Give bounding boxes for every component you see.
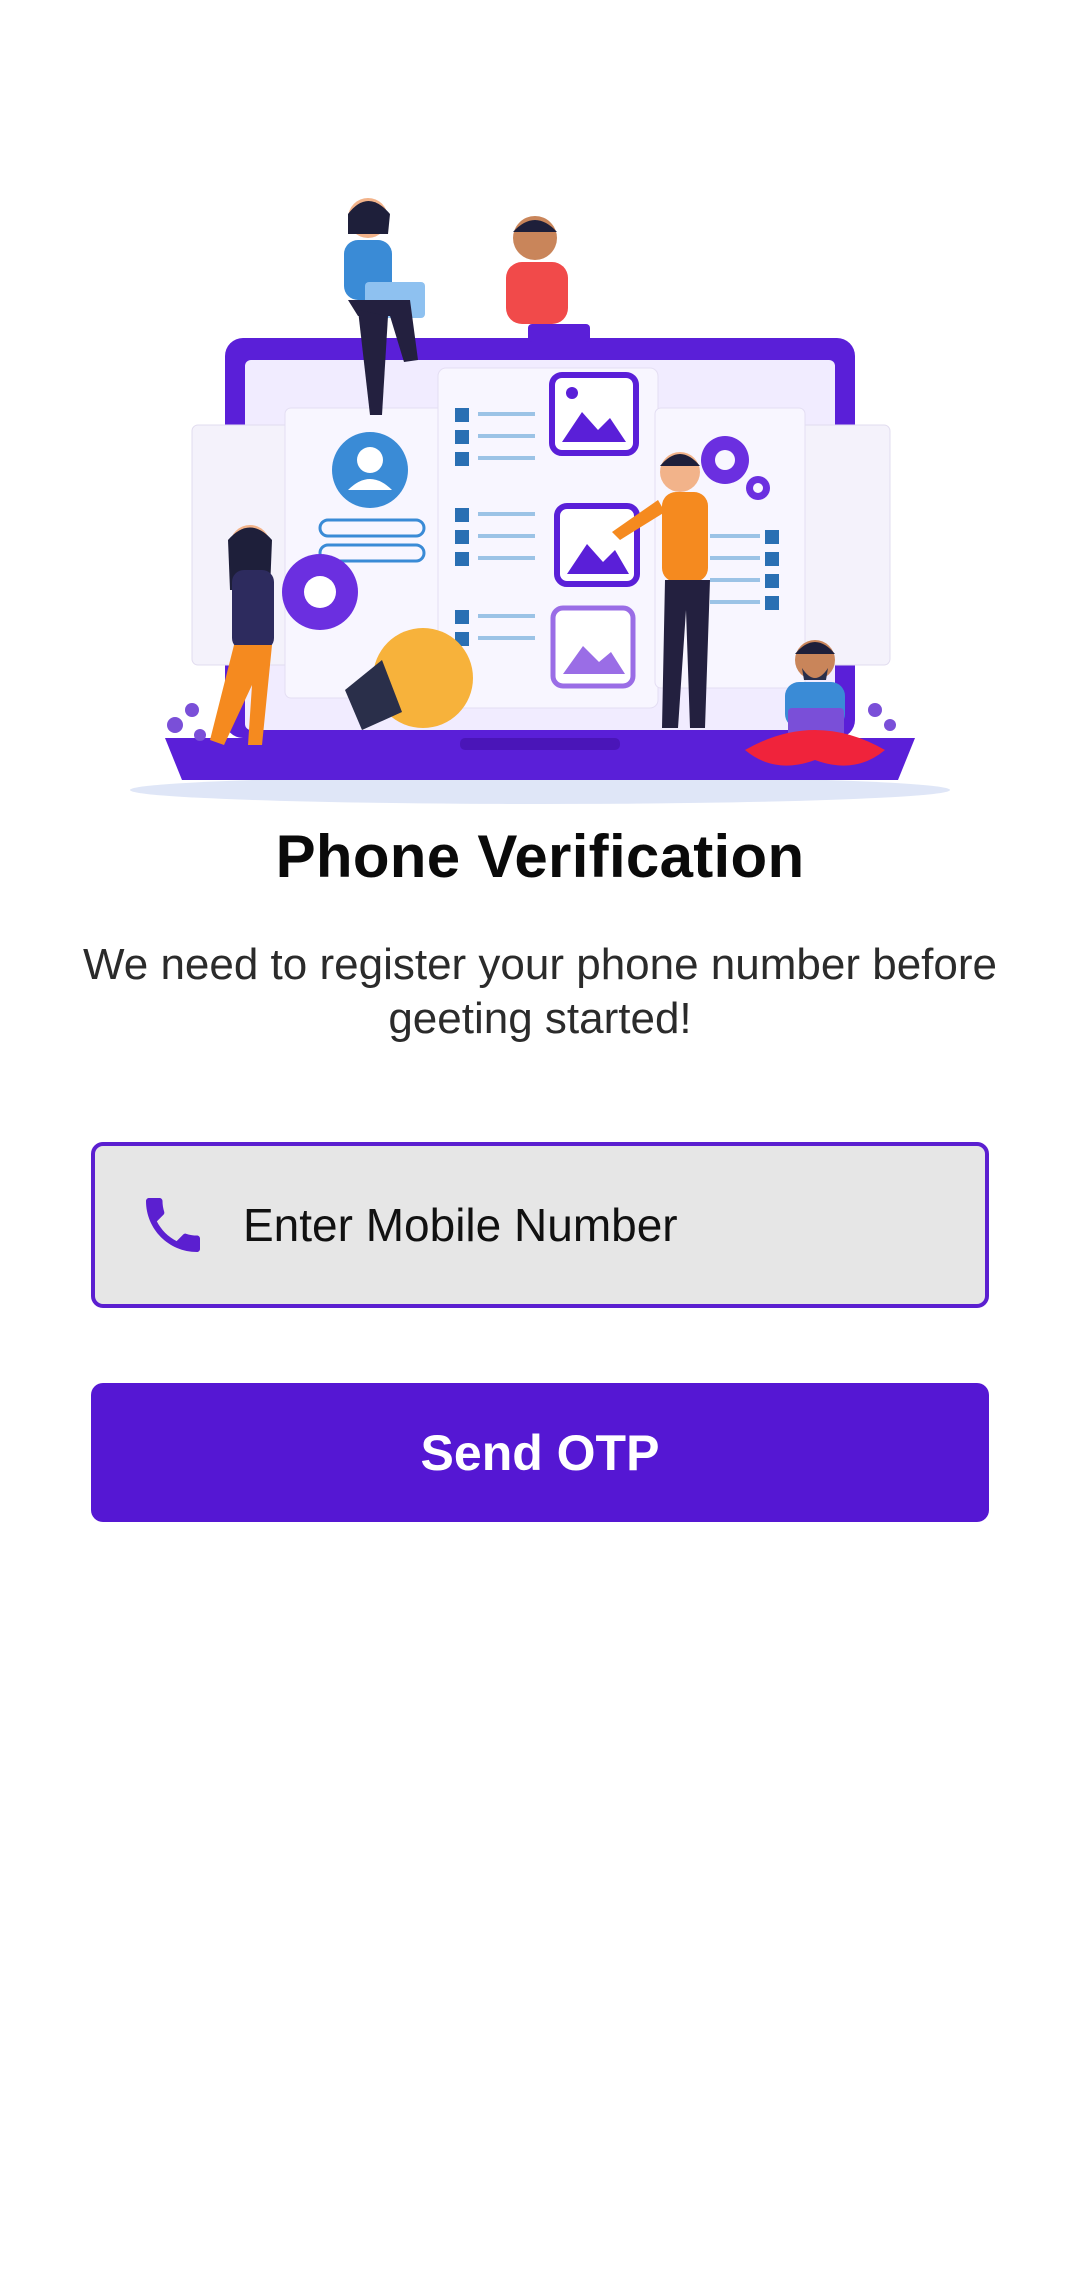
page-title: Phone Verification <box>275 823 805 890</box>
send-otp-button[interactable]: Send OTP <box>91 1383 989 1522</box>
mobile-number-input[interactable] <box>243 1175 943 1275</box>
phone-icon <box>137 1189 209 1261</box>
hero-illustration <box>120 190 960 820</box>
mobile-number-field[interactable] <box>91 1142 989 1308</box>
page-subtitle: We need to register your phone number be… <box>83 940 997 1043</box>
